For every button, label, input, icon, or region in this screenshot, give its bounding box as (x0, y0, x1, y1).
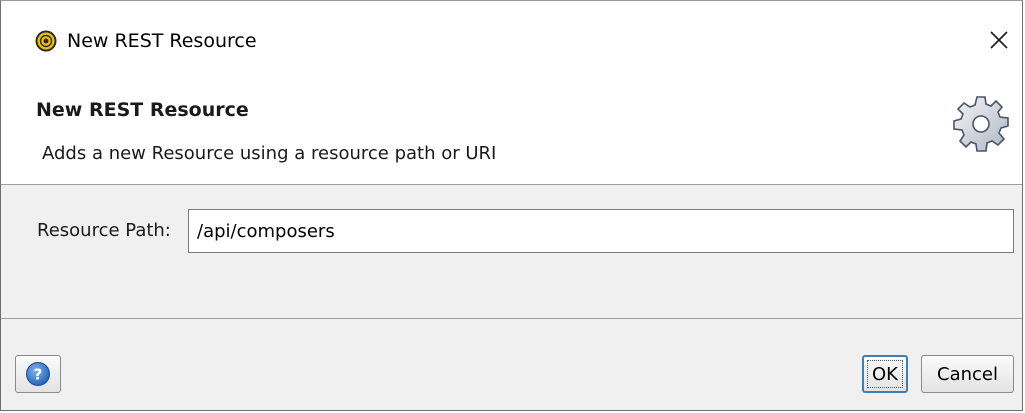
header-banner: New REST Resource Adds a new Resource us… (1, 77, 1022, 185)
button-bar: ? OK Cancel (1, 318, 1022, 410)
form-body: Resource Path: (1, 185, 1022, 318)
banner-title: New REST Resource (36, 99, 249, 121)
cancel-button[interactable]: Cancel (921, 355, 1014, 393)
gear-icon (953, 96, 1009, 152)
help-button[interactable]: ? (15, 355, 61, 393)
window-title: New REST Resource (67, 30, 257, 52)
close-icon (990, 31, 1008, 49)
svg-text:?: ? (34, 366, 43, 384)
help-icon: ? (26, 362, 50, 386)
soapui-icon (35, 30, 57, 52)
resource-path-label: Resource Path: (37, 220, 171, 241)
new-rest-resource-dialog: New REST Resource New REST Resource Adds… (0, 0, 1023, 411)
ok-button[interactable]: OK (862, 355, 908, 393)
title-bar[interactable]: New REST Resource (1, 1, 1022, 77)
banner-description: Adds a new Resource using a resource pat… (42, 143, 497, 164)
close-button[interactable] (976, 17, 1022, 63)
resource-path-input[interactable] (188, 209, 1014, 253)
